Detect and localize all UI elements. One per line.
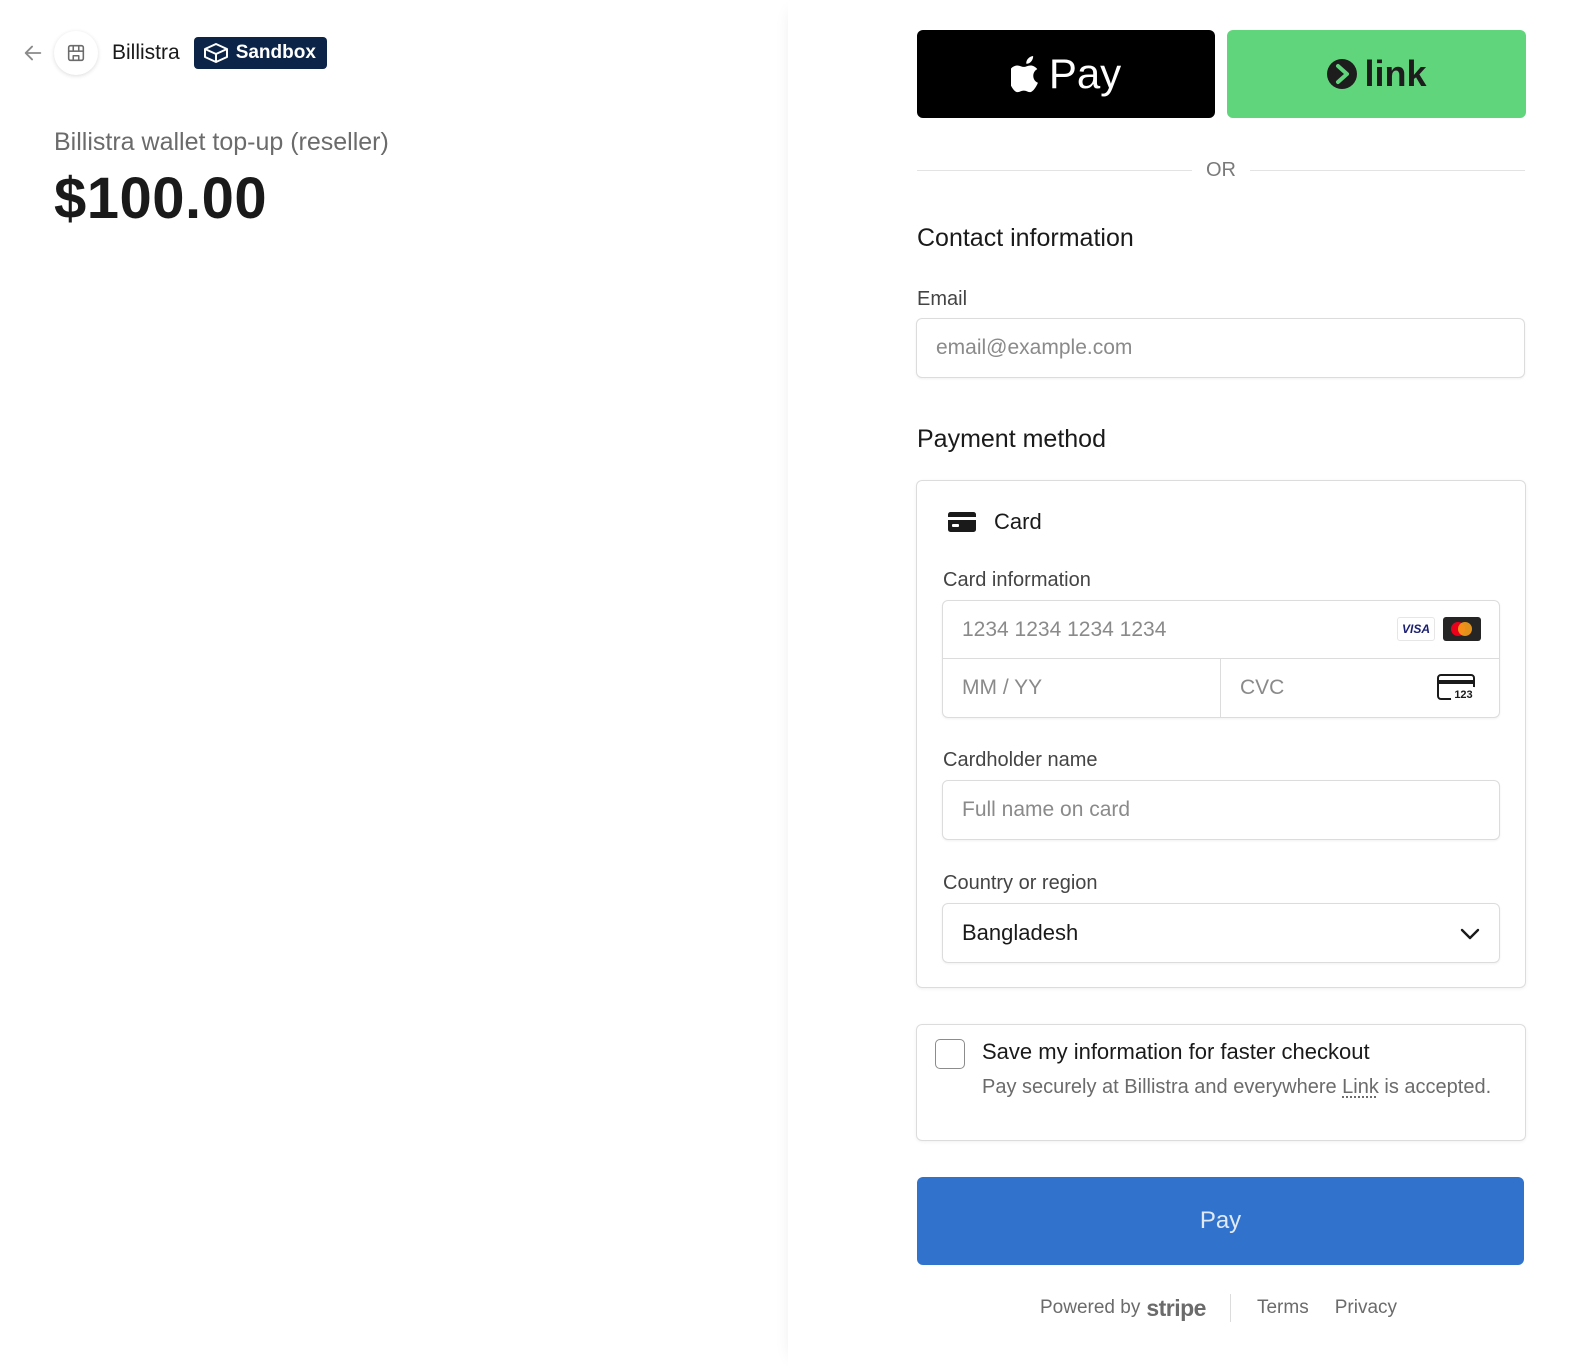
cardholder-label: Cardholder name bbox=[943, 749, 1098, 771]
payment-method-title: Payment method bbox=[917, 425, 1106, 453]
stripe-logo[interactable]: stripe bbox=[1146, 1295, 1206, 1322]
country-label: Country or region bbox=[943, 872, 1098, 894]
sandbox-badge: Sandbox bbox=[193, 37, 327, 69]
merchant-name: Billistra bbox=[112, 41, 180, 64]
arrow-left-icon bbox=[24, 45, 42, 61]
divider-line bbox=[917, 169, 1192, 171]
cube-icon bbox=[203, 43, 228, 63]
footer: Powered by stripe Terms Privacy bbox=[1040, 1293, 1397, 1323]
card-payment-option[interactable]: Card bbox=[948, 509, 1042, 535]
cvc-input[interactable]: CVC 123 bbox=[1221, 659, 1499, 717]
card-info-label: Card information bbox=[943, 569, 1091, 591]
expiry-placeholder: MM / YY bbox=[962, 676, 1043, 699]
order-summary-pane: Billistra Sandbox Billistra wallet top-u… bbox=[0, 0, 788, 1368]
expiry-input[interactable]: MM / YY bbox=[943, 659, 1221, 717]
pay-button[interactable]: Pay bbox=[917, 1177, 1524, 1265]
pay-button-label: Pay bbox=[1199, 1207, 1242, 1234]
email-label: Email bbox=[917, 288, 968, 310]
powered-by-text: Powered by bbox=[1040, 1297, 1141, 1318]
cvc-placeholder: CVC bbox=[1240, 676, 1285, 699]
chevron-down-icon bbox=[1460, 928, 1480, 940]
terms-link[interactable]: Terms bbox=[1257, 1297, 1309, 1319]
cvc-icon-text: 123 bbox=[1454, 689, 1472, 701]
card-info-group: 1234 1234 1234 1234 VISA MM / YY CVC 123 bbox=[942, 600, 1500, 718]
payment-method-box: Card Card information 1234 1234 1234 123… bbox=[916, 480, 1526, 988]
apple-logo-icon bbox=[1010, 56, 1038, 93]
privacy-link[interactable]: Privacy bbox=[1335, 1297, 1397, 1319]
country-select[interactable]: Bangladesh bbox=[942, 903, 1500, 963]
save-info-description: Pay securely at Billistra and everywhere… bbox=[982, 1073, 1492, 1101]
footer-separator bbox=[1229, 1294, 1231, 1322]
total-amount: $100.00 bbox=[54, 166, 268, 231]
or-divider: OR bbox=[917, 157, 1525, 183]
checkout-form-pane: Pay link OR Contact information Email em… bbox=[788, 0, 1570, 1368]
storefront-icon bbox=[67, 44, 85, 62]
card-number-placeholder: 1234 1234 1234 1234 bbox=[962, 617, 1167, 641]
credit-card-icon bbox=[948, 512, 976, 532]
cvc-card-icon: 123 bbox=[1437, 674, 1476, 701]
back-button[interactable] bbox=[18, 38, 48, 68]
card-brands: VISA bbox=[1397, 617, 1481, 641]
apple-pay-button[interactable]: Pay bbox=[917, 30, 1215, 118]
sandbox-badge-label: Sandbox bbox=[235, 42, 316, 63]
email-placeholder: email@example.com bbox=[936, 336, 1133, 359]
merchant-avatar bbox=[54, 31, 98, 75]
save-info-box: Save my information for faster checkout … bbox=[916, 1024, 1526, 1141]
link-info-link[interactable]: Link bbox=[1342, 1076, 1379, 1098]
or-text: OR bbox=[1206, 158, 1236, 181]
divider-line bbox=[1250, 169, 1525, 171]
country-value: Bangladesh bbox=[962, 920, 1079, 945]
product-name: Billistra wallet top-up (reseller) bbox=[54, 128, 389, 156]
save-desc-suffix: is accepted. bbox=[1378, 1076, 1492, 1098]
visa-icon: VISA bbox=[1397, 617, 1435, 641]
cardholder-placeholder: Full name on card bbox=[962, 798, 1131, 821]
email-input[interactable]: email@example.com bbox=[916, 318, 1525, 378]
save-info-title: Save my information for faster checkout bbox=[982, 1039, 1370, 1064]
save-info-checkbox[interactable] bbox=[935, 1039, 965, 1069]
save-desc-prefix: Pay securely at Billistra and everywhere bbox=[982, 1076, 1343, 1098]
contact-info-title: Contact information bbox=[917, 224, 1134, 252]
cardholder-name-input[interactable]: Full name on card bbox=[942, 780, 1500, 840]
header: Billistra Sandbox bbox=[18, 28, 327, 78]
link-logo-icon bbox=[1327, 59, 1358, 89]
link-label: link bbox=[1364, 53, 1427, 94]
apple-pay-label: Pay bbox=[1048, 50, 1122, 97]
link-pay-button[interactable]: link bbox=[1227, 30, 1526, 118]
card-option-label: Card bbox=[994, 509, 1042, 534]
mastercard-icon bbox=[1443, 617, 1481, 641]
